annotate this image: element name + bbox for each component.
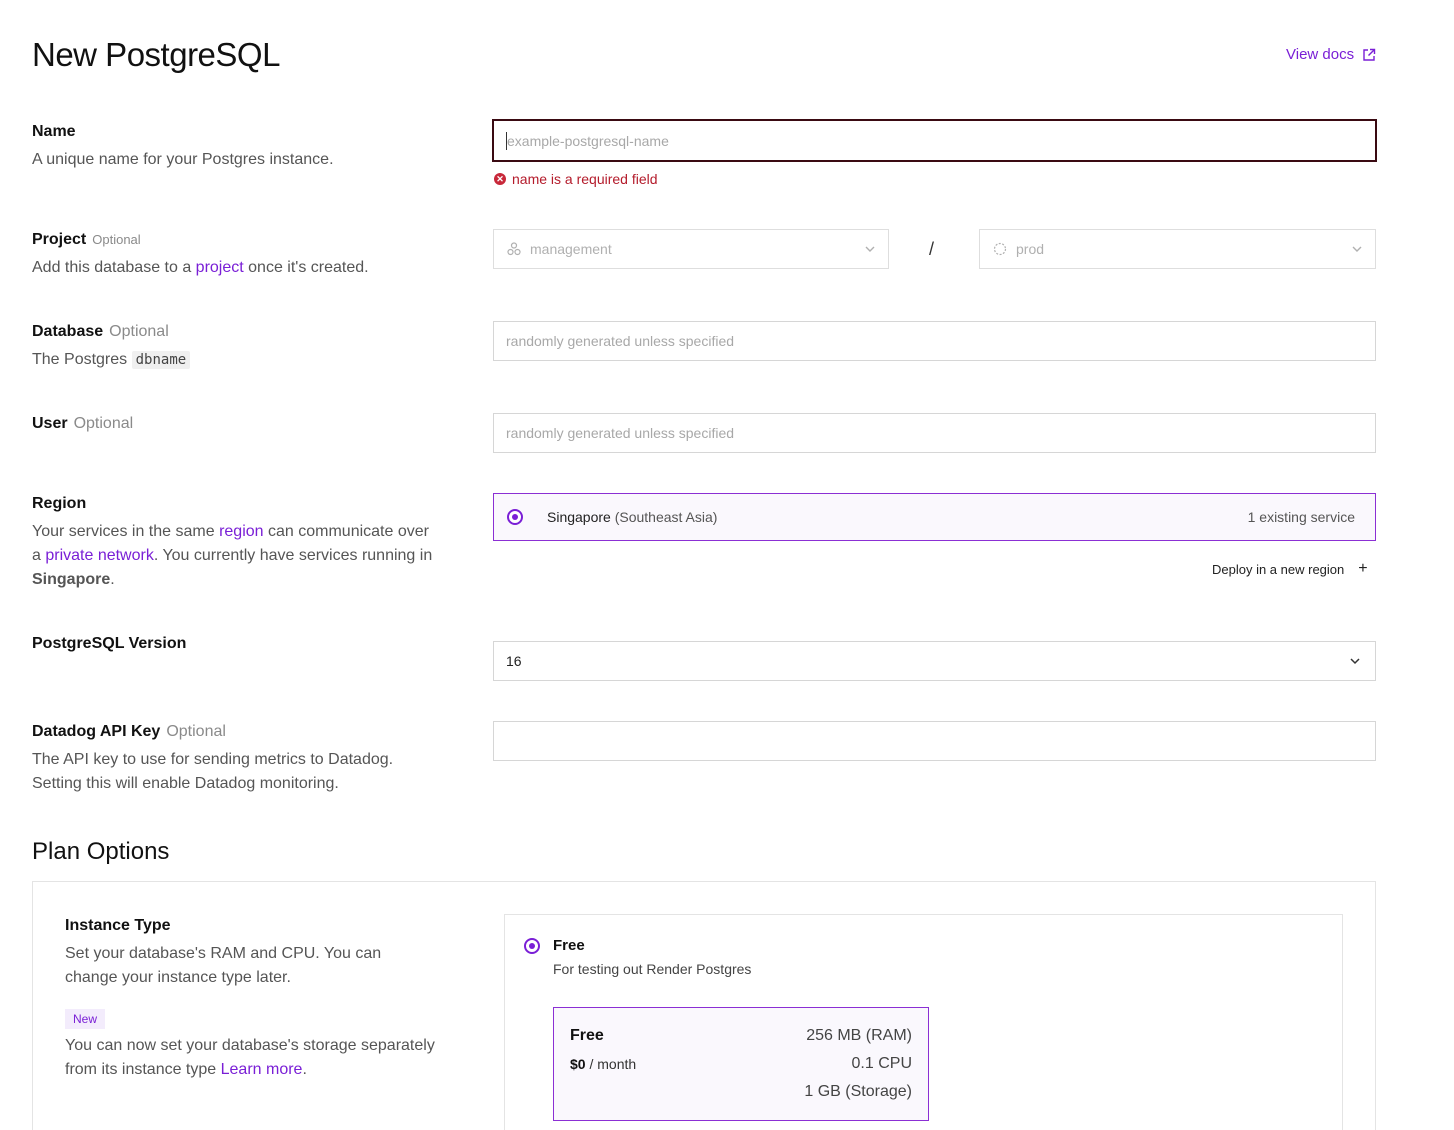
optional-tag: Optional <box>109 323 169 340</box>
project-description: Add this database to a project once it's… <box>32 259 369 276</box>
free-radio-icon[interactable] <box>524 938 540 954</box>
instance-type-description: Set your database's RAM and CPU. You can… <box>65 945 382 986</box>
region-option-singapore[interactable]: Singapore (Southeast Asia) 1 existing se… <box>493 493 1376 541</box>
view-docs-label: View docs <box>1286 46 1355 63</box>
plan-tile-ram: 256 MB (RAM) <box>806 1027 912 1044</box>
version-label: PostgreSQL Version <box>32 635 187 652</box>
name-input[interactable]: example-postgresql-name <box>492 119 1377 162</box>
plan-tile-cpu: 0.1 CPU <box>851 1055 912 1072</box>
environment-select-value: prod <box>1016 241 1045 257</box>
datadog-api-key-input[interactable] <box>493 721 1376 761</box>
plan-tile-name: Free <box>570 1027 604 1044</box>
name-placeholder: example-postgresql-name <box>507 132 669 149</box>
chevron-down-icon <box>1352 246 1362 252</box>
chevron-down-icon <box>865 246 875 252</box>
private-network-link[interactable]: private network <box>45 547 154 564</box>
region-link[interactable]: region <box>219 523 263 540</box>
environment-icon <box>993 242 1007 256</box>
version-select[interactable]: 16 <box>493 641 1376 681</box>
user-label: User Optional <box>32 415 134 432</box>
name-label: Name <box>32 123 76 140</box>
name-description: A unique name for your Postgres instance… <box>32 151 334 168</box>
version-value: 16 <box>506 653 522 669</box>
project-select[interactable]: management <box>493 229 889 269</box>
datadog-description: The API key to use for sending metrics t… <box>32 751 394 792</box>
page-title: New PostgreSQL <box>32 36 280 73</box>
project-link[interactable]: project <box>196 259 244 276</box>
deploy-new-region-label: Deploy in a new region <box>1212 561 1345 577</box>
plus-icon: + <box>1358 560 1368 577</box>
optional-tag: Optional <box>166 723 226 740</box>
storage-description: You can now set your database's storage … <box>65 1037 435 1078</box>
optional-tag: Optional <box>92 232 141 247</box>
external-link-icon <box>1363 48 1376 61</box>
region-existing-count: 1 existing service <box>1247 509 1355 525</box>
project-separator: / <box>929 239 935 259</box>
database-input[interactable]: randomly generated unless specified <box>493 321 1376 361</box>
deploy-new-region-button[interactable]: Deploy in a new region + <box>1212 560 1368 578</box>
datadog-label: Datadog API Key Optional <box>32 723 226 740</box>
user-input[interactable]: randomly generated unless specified <box>493 413 1376 453</box>
region-label: Region <box>32 495 87 512</box>
name-error-text: name is a required field <box>512 171 658 187</box>
project-select-value: management <box>530 241 612 257</box>
optional-tag: Optional <box>73 415 134 432</box>
region-description: Your services in the same region can com… <box>32 523 433 588</box>
learn-more-link[interactable]: Learn more <box>221 1061 303 1078</box>
free-tier-subtitle: For testing out Render Postgres <box>553 961 752 977</box>
environment-select[interactable]: prod <box>979 229 1376 269</box>
new-badge: New <box>65 1009 106 1029</box>
database-description: The Postgres dbname <box>32 348 452 372</box>
instance-type-label: Instance Type <box>65 917 171 934</box>
plan-tile-price: $0 / month <box>570 1056 637 1072</box>
free-tier-title: Free <box>553 937 585 954</box>
view-docs-link[interactable]: View docs <box>1286 46 1376 63</box>
project-icon <box>507 242 521 256</box>
chevron-down-icon <box>1350 658 1360 665</box>
plan-options-title: Plan Options <box>32 838 170 865</box>
user-placeholder: randomly generated unless specified <box>506 425 735 441</box>
region-name: Singapore (Southeast Asia) <box>547 509 718 525</box>
database-label: Database Optional <box>32 323 169 340</box>
dbname-code: dbname <box>131 351 191 369</box>
free-plan-tile[interactable]: Free $0 / month 256 MB (RAM) 0.1 CPU 1 G… <box>553 1007 929 1121</box>
project-label: Project Optional <box>32 231 141 248</box>
plan-tile-storage: 1 GB (Storage) <box>804 1083 912 1100</box>
name-error: ✕ name is a required field <box>494 171 658 187</box>
database-placeholder: randomly generated unless specified <box>506 333 735 349</box>
error-icon: ✕ <box>494 173 506 185</box>
radio-selected-icon <box>507 509 523 525</box>
